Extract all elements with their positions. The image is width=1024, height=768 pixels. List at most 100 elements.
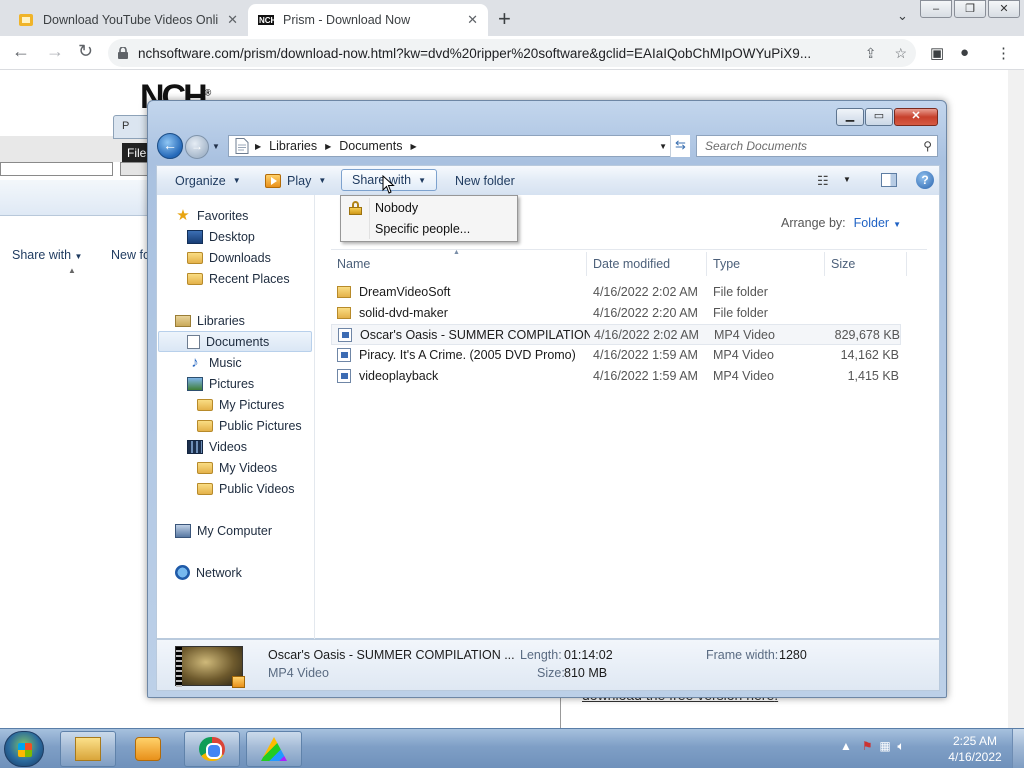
details-length-value: 01:14:02 — [564, 648, 613, 662]
column-header-size[interactable]: Size — [825, 252, 907, 276]
nav-my-videos[interactable]: My Videos — [197, 457, 277, 478]
side-panel-icon[interactable]: ▣ — [930, 44, 944, 62]
new-folder-button[interactable]: New folder — [445, 166, 525, 195]
folder-icon — [197, 461, 213, 474]
details-length-label: Length: — [520, 648, 562, 662]
reload-icon[interactable]: ↻ — [78, 41, 93, 62]
nav-public-videos[interactable]: Public Videos — [197, 478, 295, 499]
file-row-selected[interactable]: Oscar's Oasis - SUMMER COMPILATION ... 4… — [331, 324, 901, 345]
details-size-value: 810 MB — [564, 666, 608, 680]
nav-desktop[interactable]: Desktop — [187, 226, 255, 247]
nav-favorites[interactable]: ★ Favorites — [175, 205, 248, 226]
nav-documents[interactable]: Documents — [158, 331, 312, 352]
file-row[interactable]: DreamVideoSoft 4/16/2022 2:02 AM File fo… — [331, 282, 901, 303]
help-icon[interactable]: ? — [916, 171, 934, 189]
play-button[interactable]: Play ▼ — [255, 166, 336, 195]
tab-close-icon[interactable]: ✕ — [227, 12, 238, 28]
media-player-icon — [135, 737, 161, 761]
chevron-down-icon[interactable]: ▼ — [893, 220, 901, 229]
search-icon[interactable]: ⚲ — [923, 139, 932, 153]
browser-tab-prism-download[interactable]: NCH Prism - Download Now ✕ — [248, 4, 488, 36]
forward-arrow-icon[interactable]: → — [46, 41, 64, 62]
explorer-back-button[interactable]: ← — [157, 133, 183, 159]
minimize-button[interactable]: – — [920, 0, 952, 18]
taskbar-chrome[interactable] — [184, 731, 240, 767]
new-tab-button[interactable]: + — [498, 6, 511, 32]
nav-videos[interactable]: Videos — [187, 436, 247, 457]
background-input[interactable] — [0, 162, 113, 176]
nav-recent-places[interactable]: Recent Places — [187, 268, 290, 289]
explorer-maximize-button[interactable]: ▭ — [865, 108, 893, 126]
breadcrumb-arrow-icon[interactable]: ▶ — [255, 142, 261, 151]
background-share-with[interactable]: Share with ▼ — [12, 248, 82, 262]
nav-my-computer[interactable]: My Computer — [175, 520, 272, 541]
column-header-date-modified[interactable]: Date modified — [587, 252, 707, 276]
explorer-close-button[interactable]: ✕ — [894, 108, 938, 126]
page-scrollbar[interactable] — [1008, 70, 1024, 728]
view-options-chevron-icon[interactable]: ▼ — [843, 175, 851, 184]
tab-close-icon[interactable]: ✕ — [467, 12, 478, 28]
nav-music[interactable]: ♪ Music — [187, 352, 241, 373]
explorer-minimize-button[interactable]: ▁ — [836, 108, 864, 126]
file-row[interactable]: solid-dvd-maker 4/16/2022 2:20 AM File f… — [331, 303, 901, 324]
organize-button[interactable]: Organize ▼ — [165, 166, 251, 195]
change-view-icon[interactable]: ☷ — [817, 173, 829, 189]
breadcrumb-libraries[interactable]: Libraries — [269, 139, 317, 153]
recent-pages-chevron-icon[interactable]: ▼ — [212, 142, 220, 151]
start-button[interactable] — [4, 731, 44, 767]
breadcrumb-documents[interactable]: Documents — [339, 139, 402, 153]
tab-title: Prism - Download Now — [283, 13, 411, 27]
show-hidden-icons-icon[interactable]: ▲ — [840, 739, 852, 753]
details-filename: Oscar's Oasis - SUMMER COMPILATION ... — [268, 648, 515, 662]
prism-icon — [261, 737, 287, 761]
breadcrumb-arrow-icon[interactable]: ▶ — [410, 142, 416, 151]
explorer-address-bar[interactable]: ▶ Libraries ▶ Documents ▶ ▼ — [228, 135, 688, 157]
column-header-name[interactable]: Name — [331, 252, 587, 276]
back-arrow-icon[interactable]: ← — [12, 41, 30, 62]
taskbar-explorer[interactable] — [60, 731, 116, 767]
file-row[interactable]: videoplayback 4/16/2022 1:59 AM MP4 Vide… — [331, 366, 901, 387]
nav-downloads[interactable]: Downloads — [187, 247, 271, 268]
close-button[interactable]: ✕ — [988, 0, 1020, 18]
share-icon[interactable]: ⇪ — [865, 45, 877, 62]
refresh-icon[interactable]: ⇆ — [670, 135, 690, 157]
navigation-pane: ★ Favorites Desktop Downloads Recent Plac… — [157, 195, 315, 639]
taskbar-clock[interactable]: 2:25 AM 4/16/2022 — [940, 733, 1010, 765]
preview-pane-icon[interactable] — [881, 173, 897, 187]
arrange-by-dropdown[interactable]: Folder — [854, 216, 889, 230]
nav-my-pictures[interactable]: My Pictures — [197, 394, 284, 415]
taskbar-prism[interactable] — [246, 731, 302, 767]
svg-text:NCH: NCH — [259, 16, 274, 25]
menu-item-specific-people[interactable]: Specific people... — [343, 219, 515, 239]
explorer-forward-button[interactable]: → — [185, 135, 209, 159]
search-input[interactable]: Search Documents ⚲ — [696, 135, 938, 157]
address-bar[interactable]: nchsoftware.com/prism/download-now.html?… — [108, 39, 916, 67]
action-center-flag-icon[interactable]: ⚑ — [862, 739, 873, 753]
menu-item-nobody[interactable]: Nobody — [343, 198, 515, 218]
show-desktop-button[interactable] — [1012, 729, 1024, 768]
profile-avatar-icon[interactable]: ● — [960, 44, 969, 61]
taskbar-media-player[interactable] — [120, 731, 174, 767]
breadcrumb-arrow-icon[interactable]: ▶ — [325, 142, 331, 151]
background-new-folder[interactable]: New fo — [111, 248, 150, 262]
nav-pictures[interactable]: Pictures — [187, 373, 254, 394]
column-header-type[interactable]: Type — [707, 252, 825, 276]
file-row[interactable]: Piracy. It's A Crime. (2005 DVD Promo) 4… — [331, 345, 901, 366]
tab-search-chevron-icon[interactable]: ⌄ — [897, 8, 908, 24]
nav-libraries[interactable]: Libraries — [175, 310, 245, 331]
restore-button[interactable]: ❐ — [954, 0, 986, 18]
network-icon[interactable]: ▦ — [879, 739, 890, 753]
background-input-button[interactable] — [120, 162, 150, 176]
details-size-label: Size: — [537, 666, 565, 680]
menu-kebab-icon[interactable]: ⋮ — [996, 44, 1011, 62]
explorer-content: ★ Favorites Desktop Downloads Recent Plac… — [156, 195, 940, 639]
volume-icon[interactable]: 🔈︎ — [897, 739, 904, 753]
nch-favicon-icon: NCH — [258, 15, 274, 25]
bookmark-star-icon[interactable]: ☆ — [894, 45, 907, 62]
nav-network[interactable]: Network — [175, 562, 242, 583]
lock-icon — [349, 201, 362, 215]
document-icon — [235, 138, 249, 154]
browser-tab-youtube-downloader[interactable]: Download YouTube Videos Onlin ✕ — [8, 4, 248, 36]
address-history-chevron-icon[interactable]: ▼ — [659, 142, 667, 151]
nav-public-pictures[interactable]: Public Pictures — [197, 415, 302, 436]
